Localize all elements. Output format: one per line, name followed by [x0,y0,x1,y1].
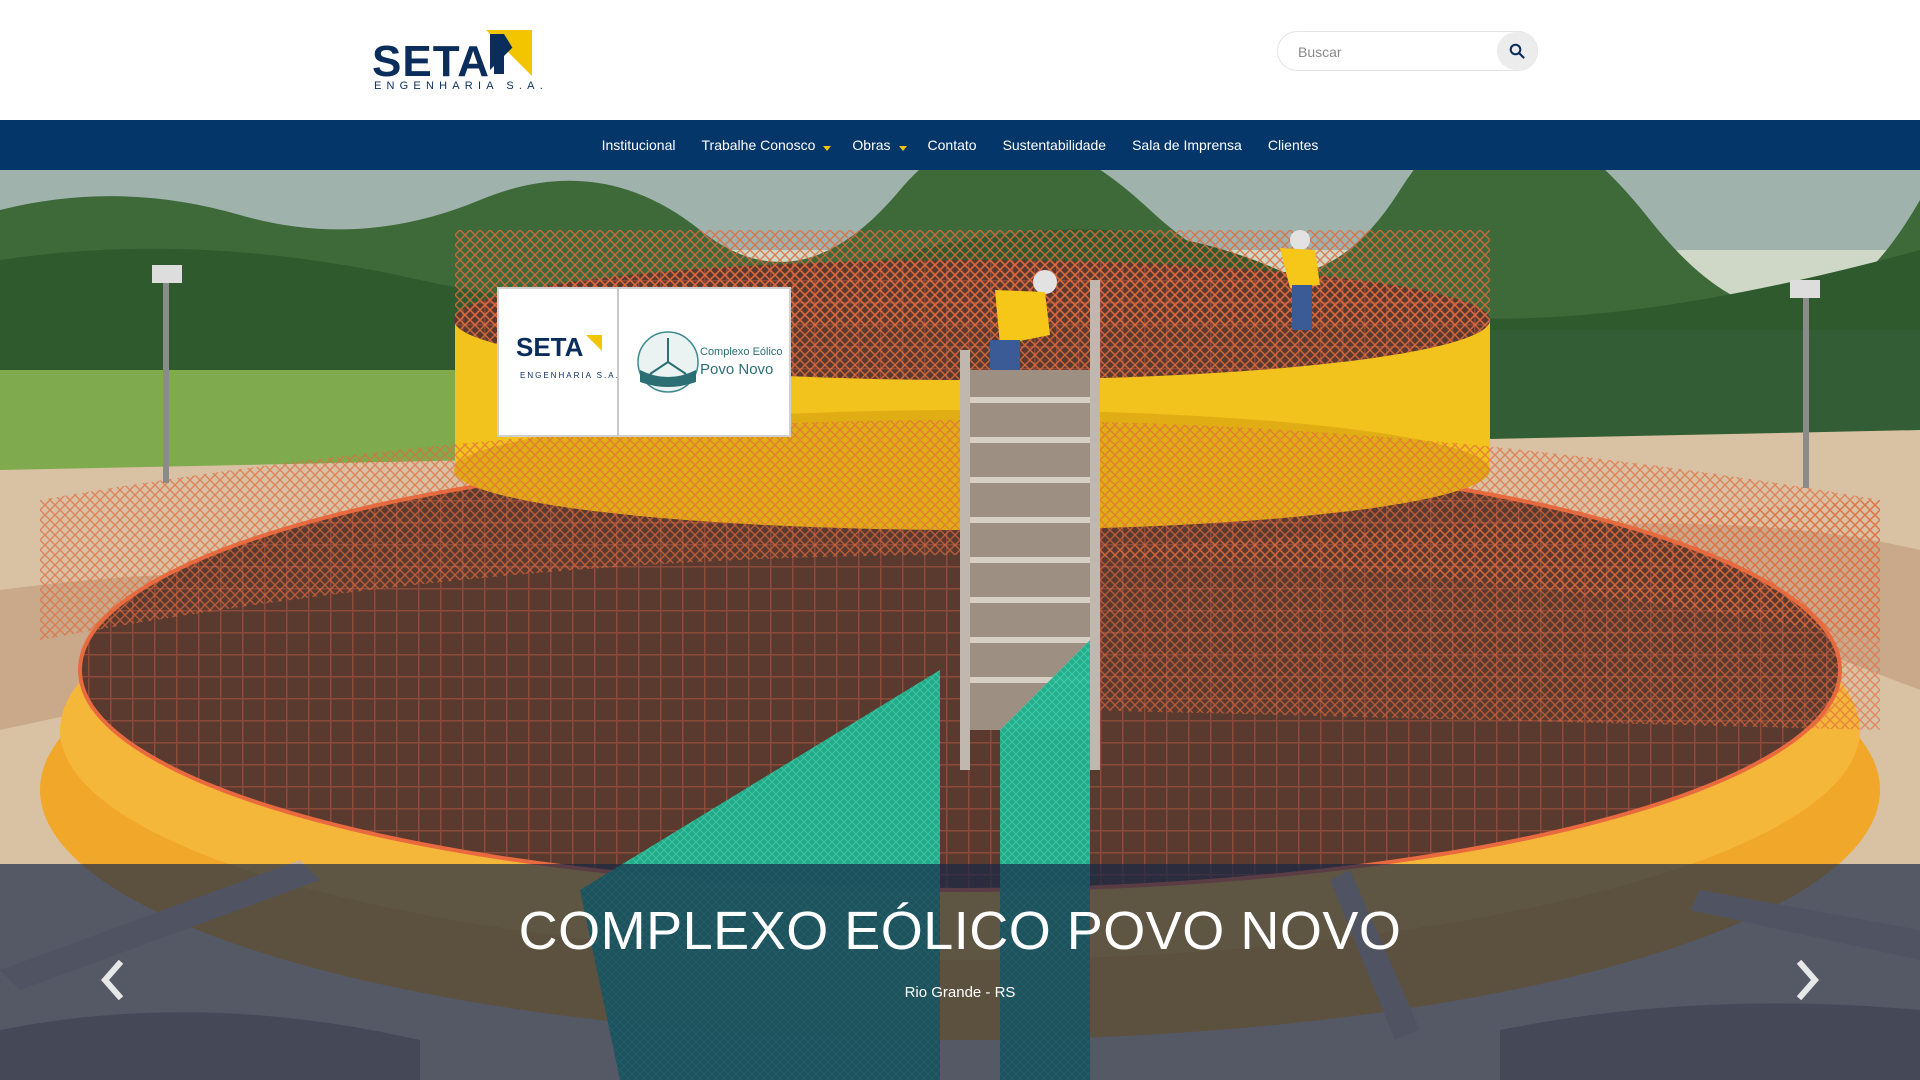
nav-item-label: Sala de Imprensa [1132,137,1242,153]
sign-project-line2: Povo Novo [700,361,773,378]
project-sign: SETA ENGENHARIA S.A. Complexo Eólico Pov… [497,287,791,437]
nav-item-label: Contato [927,137,977,153]
slide-title: COMPLEXO EÓLICO POVO NOVO [518,901,1402,961]
caret-down-icon [823,146,832,151]
nav-item-label: Clientes [1267,137,1319,153]
nav-item-trabalhe-conosco[interactable]: Trabalhe Conosco [689,120,840,170]
search-box [1277,31,1538,71]
search-icon [1509,43,1525,59]
chevron-right-icon [1796,960,1819,1000]
site-header: SETA ENGENHARIA S.A. [0,0,1920,120]
logo-wordmark: SETA [372,37,491,86]
nav-item-label: Sustentabilidade [1002,137,1107,153]
search-button[interactable] [1497,32,1537,70]
nav-item-clientes[interactable]: Clientes [1255,120,1332,170]
nav-item-contato[interactable]: Contato [915,120,990,170]
nav-item-sala-de-imprensa[interactable]: Sala de Imprensa [1119,120,1255,170]
nav-item-obras[interactable]: Obras [839,120,914,170]
caret-down-icon [898,146,907,151]
nav-item-sustentabilidade[interactable]: Sustentabilidade [990,120,1120,170]
slide-caption: COMPLEXO EÓLICO POVO NOVO Rio Grande - R… [0,864,1920,1080]
chevron-left-icon [101,960,124,1000]
hero-slider: SETA ENGENHARIA S.A. Complexo Eólico Pov… [0,170,1920,1080]
sign-brand-sub: ENGENHARIA S.A. [520,371,620,380]
nav-list: Institucional Trabalhe Conosco Obras Con… [0,120,1920,170]
slider-next-button[interactable] [1786,950,1830,1010]
nav-item-institucional[interactable]: Institucional [589,120,689,170]
nav-item-label: Obras [852,137,891,153]
main-nav: Institucional Trabalhe Conosco Obras Con… [0,120,1920,170]
nav-item-label: Institucional [601,137,676,153]
logo[interactable]: SETA ENGENHARIA S.A. [372,28,543,94]
nav-item-label: Trabalhe Conosco [701,137,816,153]
slide-subtitle: Rio Grande - RS [904,984,1016,1001]
slider-prev-button[interactable] [90,950,134,1010]
sign-brand: SETA [516,332,584,362]
logo-tagline: ENGENHARIA S.A. [374,80,548,92]
logo-mark-icon [486,30,532,76]
search-input[interactable] [1296,40,1486,64]
sign-project-line1: Complexo Eólico [700,346,783,358]
